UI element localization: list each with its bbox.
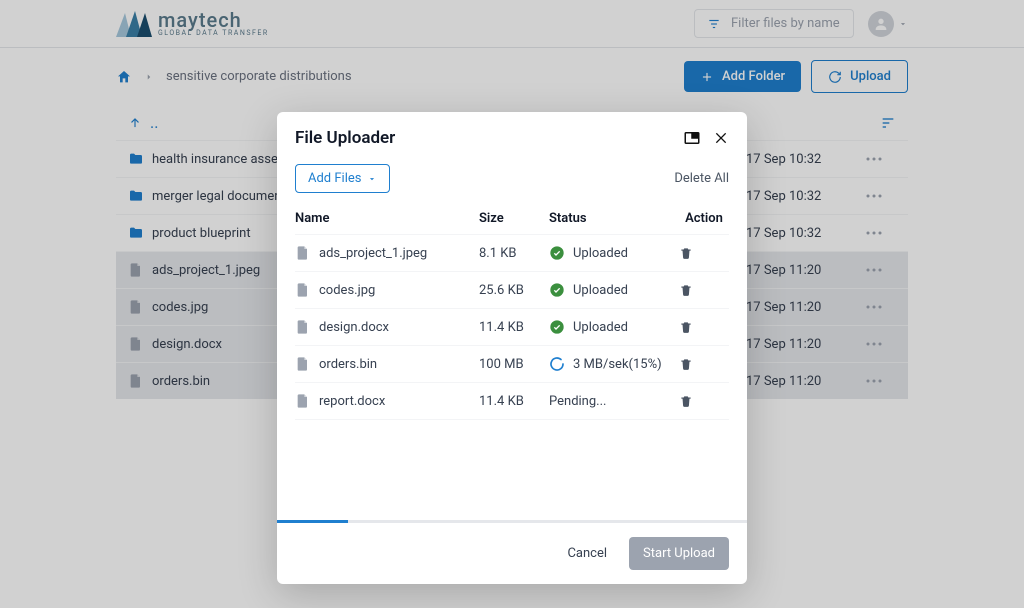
file-icon <box>295 319 311 335</box>
cancel-button[interactable]: Cancel <box>555 538 619 569</box>
modal-backdrop: File Uploader Add Files Delete All Name … <box>0 0 1024 608</box>
upload-file-name: codes.jpg <box>319 283 375 298</box>
upload-file-name: orders.bin <box>319 357 377 372</box>
upload-progress-fill <box>277 520 348 523</box>
delete-row-button[interactable] <box>679 394 729 408</box>
upload-status-text: Pending... <box>549 394 606 409</box>
upload-status-text: Uploaded <box>573 246 628 261</box>
close-icon[interactable] <box>713 130 729 146</box>
delete-row-button[interactable] <box>679 357 729 371</box>
pip-icon[interactable] <box>683 129 701 147</box>
upload-file-size: 11.4 KB <box>479 394 549 409</box>
file-icon <box>295 282 311 298</box>
upload-file-size: 25.6 KB <box>479 283 549 298</box>
chevron-down-icon <box>367 174 377 184</box>
upload-file-name: design.docx <box>319 320 389 335</box>
upload-file-size: 11.4 KB <box>479 320 549 335</box>
upload-status-text: Uploaded <box>573 320 628 335</box>
upload-row: design.docx 11.4 KB Uploaded <box>295 309 729 346</box>
upload-progress-bar <box>277 520 747 523</box>
col-name: Name <box>295 211 479 226</box>
upload-file-name: ads_project_1.jpeg <box>319 246 427 261</box>
file-icon <box>295 245 311 261</box>
upload-file-size: 100 MB <box>479 357 549 372</box>
upload-row: orders.bin 100 MB 3 MB/sek(15%) <box>295 346 729 383</box>
delete-row-button[interactable] <box>679 246 729 260</box>
col-size: Size <box>479 211 549 226</box>
upload-file-size: 8.1 KB <box>479 246 549 261</box>
upload-row: report.docx 11.4 KBPending... <box>295 383 729 420</box>
modal-title: File Uploader <box>295 128 395 148</box>
spinner-icon <box>549 356 565 372</box>
delete-all-button[interactable]: Delete All <box>674 171 729 186</box>
upload-status-text: Uploaded <box>573 283 628 298</box>
upload-file-name: report.docx <box>319 394 385 409</box>
file-uploader-modal: File Uploader Add Files Delete All Name … <box>277 112 747 584</box>
upload-row: ads_project_1.jpeg 8.1 KB Uploaded <box>295 235 729 272</box>
check-icon <box>549 319 565 335</box>
add-files-button[interactable]: Add Files <box>295 164 390 193</box>
col-status: Status <box>549 211 679 226</box>
check-icon <box>549 282 565 298</box>
file-icon <box>295 393 311 409</box>
uploader-table-head: Name Size Status Action <box>295 201 729 235</box>
upload-row: codes.jpg 25.6 KB Uploaded <box>295 272 729 309</box>
delete-row-button[interactable] <box>679 320 729 334</box>
delete-row-button[interactable] <box>679 283 729 297</box>
check-icon <box>549 245 565 261</box>
upload-status-text: 3 MB/sek(15%) <box>573 357 662 372</box>
start-upload-button[interactable]: Start Upload <box>629 537 729 570</box>
col-action: Action <box>679 211 729 226</box>
file-icon <box>295 356 311 372</box>
